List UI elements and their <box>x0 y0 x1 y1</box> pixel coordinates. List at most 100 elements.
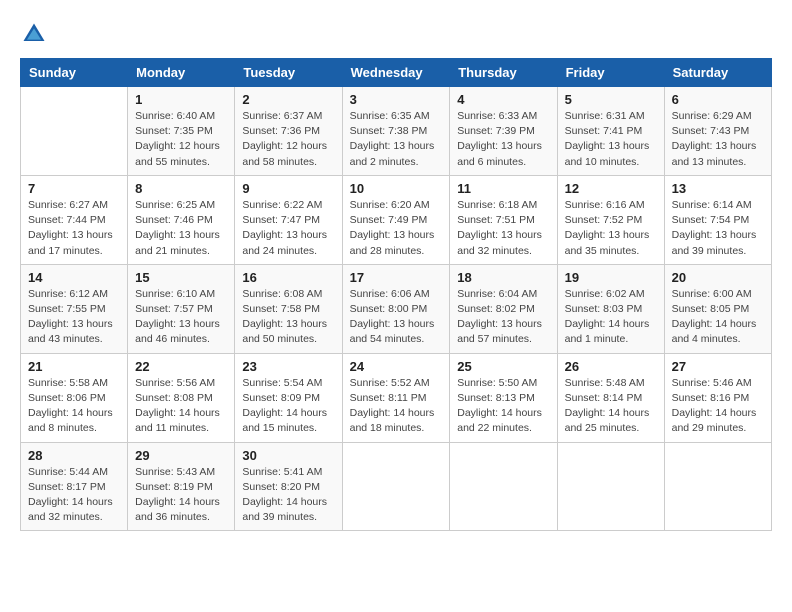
day-number: 20 <box>672 270 764 285</box>
day-info: Sunrise: 6:37 AM Sunset: 7:36 PM Dayligh… <box>242 109 334 170</box>
day-info: Sunrise: 5:50 AM Sunset: 8:13 PM Dayligh… <box>457 376 549 437</box>
calendar-cell: 24 Sunrise: 5:52 AM Sunset: 8:11 PM Dayli… <box>342 353 450 442</box>
day-info: Sunrise: 5:44 AM Sunset: 8:17 PM Dayligh… <box>28 465 120 526</box>
calendar-cell: 21 Sunrise: 5:58 AM Sunset: 8:06 PM Dayli… <box>21 353 128 442</box>
calendar-cell: 8 Sunrise: 6:25 AM Sunset: 7:46 PM Daylig… <box>128 175 235 264</box>
day-info: Sunrise: 5:52 AM Sunset: 8:11 PM Dayligh… <box>350 376 443 437</box>
calendar-cell: 19 Sunrise: 6:02 AM Sunset: 8:03 PM Dayli… <box>557 264 664 353</box>
day-number: 2 <box>242 92 334 107</box>
day-info: Sunrise: 6:00 AM Sunset: 8:05 PM Dayligh… <box>672 287 764 348</box>
day-info: Sunrise: 5:46 AM Sunset: 8:16 PM Dayligh… <box>672 376 764 437</box>
calendar-cell <box>450 442 557 531</box>
calendar-cell: 11 Sunrise: 6:18 AM Sunset: 7:51 PM Dayli… <box>450 175 557 264</box>
day-info: Sunrise: 5:54 AM Sunset: 8:09 PM Dayligh… <box>242 376 334 437</box>
day-number: 9 <box>242 181 334 196</box>
day-info: Sunrise: 6:10 AM Sunset: 7:57 PM Dayligh… <box>135 287 227 348</box>
day-number: 23 <box>242 359 334 374</box>
calendar-cell: 30Sunrise: 5:41 AM Sunset: 8:20 PM Dayli… <box>235 442 342 531</box>
day-info: Sunrise: 6:16 AM Sunset: 7:52 PM Dayligh… <box>565 198 657 259</box>
calendar-cell: 9 Sunrise: 6:22 AM Sunset: 7:47 PM Daylig… <box>235 175 342 264</box>
day-number: 21 <box>28 359 120 374</box>
calendar-cell: 17 Sunrise: 6:06 AM Sunset: 8:00 PM Dayli… <box>342 264 450 353</box>
header-day-tuesday: Tuesday <box>235 59 342 87</box>
calendar-cell: 26 Sunrise: 5:48 AM Sunset: 8:14 PM Dayli… <box>557 353 664 442</box>
day-number: 26 <box>565 359 657 374</box>
calendar-cell <box>557 442 664 531</box>
day-number: 27 <box>672 359 764 374</box>
week-row-2: 7Sunrise: 6:27 AM Sunset: 7:44 PM Daylig… <box>21 175 772 264</box>
day-info: Sunrise: 6:04 AM Sunset: 8:02 PM Dayligh… <box>457 287 549 348</box>
header-day-wednesday: Wednesday <box>342 59 450 87</box>
day-info: Sunrise: 6:25 AM Sunset: 7:46 PM Dayligh… <box>135 198 227 259</box>
header-day-saturday: Saturday <box>664 59 771 87</box>
calendar-cell: 22 Sunrise: 5:56 AM Sunset: 8:08 PM Dayli… <box>128 353 235 442</box>
day-info: Sunrise: 6:22 AM Sunset: 7:47 PM Dayligh… <box>242 198 334 259</box>
day-number: 18 <box>457 270 549 285</box>
day-number: 11 <box>457 181 549 196</box>
day-info: Sunrise: 6:33 AM Sunset: 7:39 PM Dayligh… <box>457 109 549 170</box>
logo <box>20 20 52 48</box>
week-row-5: 28 Sunrise: 5:44 AM Sunset: 8:17 PM Dayli… <box>21 442 772 531</box>
day-info: Sunrise: 6:35 AM Sunset: 7:38 PM Dayligh… <box>350 109 443 170</box>
calendar-cell: 13 Sunrise: 6:14 AM Sunset: 7:54 PM Dayli… <box>664 175 771 264</box>
day-number: 5 <box>565 92 657 107</box>
day-number: 17 <box>350 270 443 285</box>
calendar-cell: 5 Sunrise: 6:31 AM Sunset: 7:41 PM Daylig… <box>557 87 664 176</box>
day-number: 28 <box>28 448 120 463</box>
day-info: Sunrise: 6:18 AM Sunset: 7:51 PM Dayligh… <box>457 198 549 259</box>
day-info: Sunrise: 6:40 AM Sunset: 7:35 PM Dayligh… <box>135 109 227 170</box>
calendar-cell: 3 Sunrise: 6:35 AM Sunset: 7:38 PM Daylig… <box>342 87 450 176</box>
header-day-friday: Friday <box>557 59 664 87</box>
calendar-cell: 2 Sunrise: 6:37 AM Sunset: 7:36 PM Daylig… <box>235 87 342 176</box>
day-info: Sunrise: 6:02 AM Sunset: 8:03 PM Dayligh… <box>565 287 657 348</box>
day-number: 22 <box>135 359 227 374</box>
day-number: 29 <box>135 448 227 463</box>
day-number: 8 <box>135 181 227 196</box>
day-info: Sunrise: 6:20 AM Sunset: 7:49 PM Dayligh… <box>350 198 443 259</box>
header-row: SundayMondayTuesdayWednesdayThursdayFrid… <box>21 59 772 87</box>
day-number: 24 <box>350 359 443 374</box>
calendar-cell <box>664 442 771 531</box>
day-info: Sunrise: 6:14 AM Sunset: 7:54 PM Dayligh… <box>672 198 764 259</box>
calendar-cell: 15 Sunrise: 6:10 AM Sunset: 7:57 PM Dayli… <box>128 264 235 353</box>
calendar-cell <box>21 87 128 176</box>
day-number: 7 <box>28 181 120 196</box>
calendar-cell: 12 Sunrise: 6:16 AM Sunset: 7:52 PM Dayli… <box>557 175 664 264</box>
day-info: Sunrise: 5:56 AM Sunset: 8:08 PM Dayligh… <box>135 376 227 437</box>
day-info: Sunrise: 5:41 AM Sunset: 8:20 PM Dayligh… <box>242 465 334 526</box>
header-day-sunday: Sunday <box>21 59 128 87</box>
day-number: 19 <box>565 270 657 285</box>
day-info: Sunrise: 6:08 AM Sunset: 7:58 PM Dayligh… <box>242 287 334 348</box>
calendar-cell: 28 Sunrise: 5:44 AM Sunset: 8:17 PM Dayli… <box>21 442 128 531</box>
day-info: Sunrise: 6:12 AM Sunset: 7:55 PM Dayligh… <box>28 287 120 348</box>
calendar-cell: 23 Sunrise: 5:54 AM Sunset: 8:09 PM Dayli… <box>235 353 342 442</box>
calendar-cell: 20 Sunrise: 6:00 AM Sunset: 8:05 PM Dayli… <box>664 264 771 353</box>
calendar-cell: 7Sunrise: 6:27 AM Sunset: 7:44 PM Daylig… <box>21 175 128 264</box>
calendar-cell: 18 Sunrise: 6:04 AM Sunset: 8:02 PM Dayli… <box>450 264 557 353</box>
day-info: Sunrise: 6:31 AM Sunset: 7:41 PM Dayligh… <box>565 109 657 170</box>
calendar-cell: 14Sunrise: 6:12 AM Sunset: 7:55 PM Dayli… <box>21 264 128 353</box>
day-number: 16 <box>242 270 334 285</box>
day-info: Sunrise: 5:48 AM Sunset: 8:14 PM Dayligh… <box>565 376 657 437</box>
calendar-cell: 25 Sunrise: 5:50 AM Sunset: 8:13 PM Dayli… <box>450 353 557 442</box>
header <box>20 20 772 48</box>
day-number: 6 <box>672 92 764 107</box>
day-info: Sunrise: 5:58 AM Sunset: 8:06 PM Dayligh… <box>28 376 120 437</box>
calendar-cell <box>342 442 450 531</box>
day-number: 1 <box>135 92 227 107</box>
calendar-cell: 16 Sunrise: 6:08 AM Sunset: 7:58 PM Dayli… <box>235 264 342 353</box>
day-number: 15 <box>135 270 227 285</box>
day-info: Sunrise: 6:29 AM Sunset: 7:43 PM Dayligh… <box>672 109 764 170</box>
day-number: 3 <box>350 92 443 107</box>
week-row-4: 21 Sunrise: 5:58 AM Sunset: 8:06 PM Dayli… <box>21 353 772 442</box>
day-number: 25 <box>457 359 549 374</box>
day-info: Sunrise: 6:06 AM Sunset: 8:00 PM Dayligh… <box>350 287 443 348</box>
calendar-cell: 27 Sunrise: 5:46 AM Sunset: 8:16 PM Dayli… <box>664 353 771 442</box>
day-number: 12 <box>565 181 657 196</box>
day-number: 13 <box>672 181 764 196</box>
header-day-thursday: Thursday <box>450 59 557 87</box>
header-day-monday: Monday <box>128 59 235 87</box>
week-row-3: 14Sunrise: 6:12 AM Sunset: 7:55 PM Dayli… <box>21 264 772 353</box>
day-number: 4 <box>457 92 549 107</box>
day-info: Sunrise: 5:43 AM Sunset: 8:19 PM Dayligh… <box>135 465 227 526</box>
